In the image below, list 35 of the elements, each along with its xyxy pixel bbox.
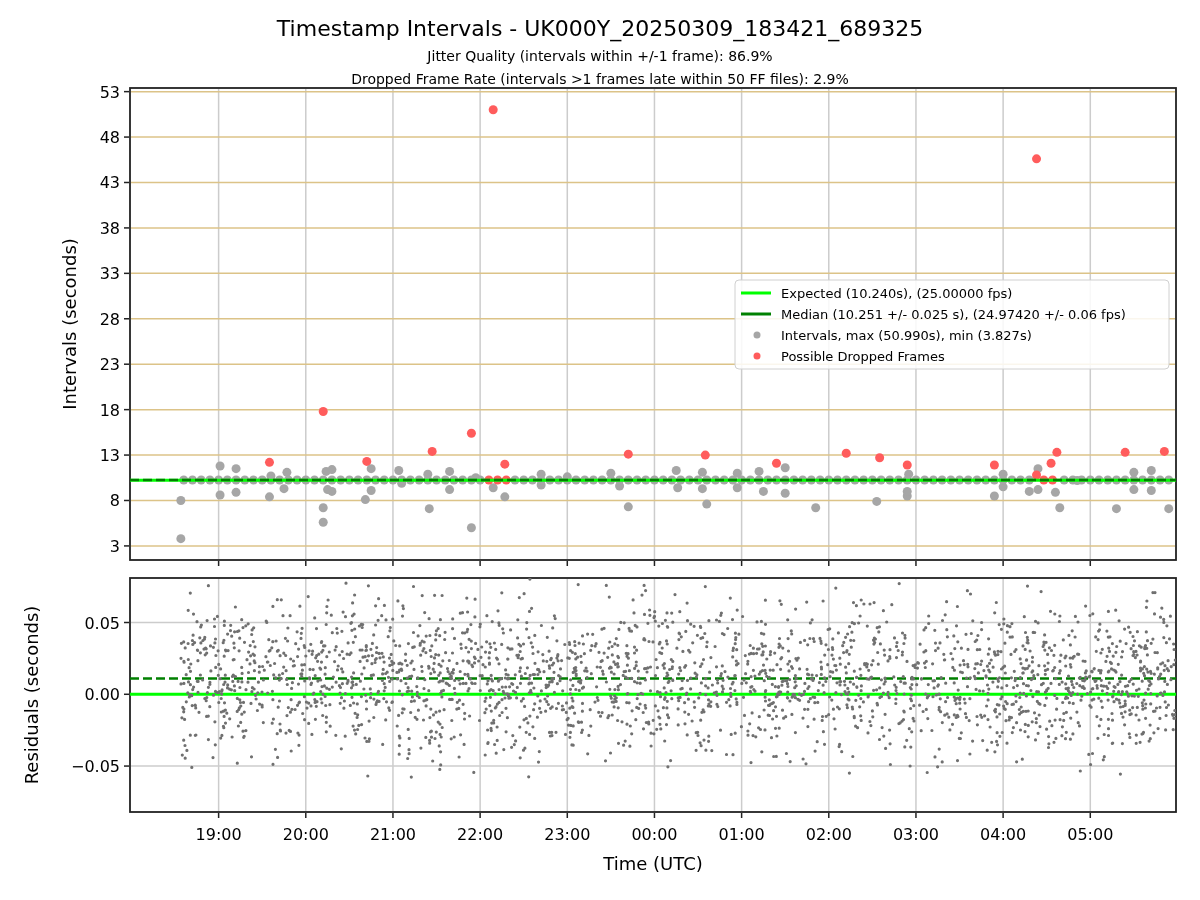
y-tick-label: 28: [99, 309, 120, 329]
chart-subtitle: Jitter Quality (intervals within +/-1 frame): 86.9%: [427, 48, 773, 64]
y-tick-label: 38: [99, 218, 120, 238]
chart-subtitle: Dropped Frame Rate (intervals >1 frames late within 50 FF files): 2.9%: [351, 71, 849, 87]
x-tick-label: 02:00: [805, 825, 852, 844]
x-tick-label: 00:00: [631, 825, 678, 844]
y-axis-label: Residuals (seconds): [21, 605, 42, 785]
legend-label: Median (10.251 +/- 0.025 s), (24.97420 +/- 0.06 fps): [781, 306, 1126, 322]
y-tick-label: 13: [99, 446, 120, 466]
x-tick-label: 20:00: [282, 825, 329, 844]
y-tick-label: 48: [99, 128, 120, 148]
legend-label: Possible Dropped Frames: [781, 348, 945, 364]
y-tick-label: −0.05: [70, 757, 120, 777]
x-tick-label: 03:00: [892, 825, 939, 844]
legend-label: Expected (10.240s), (25.00000 fps): [781, 285, 1013, 301]
legend-label: Intervals, max (50.990s), min (3.827s): [781, 327, 1032, 343]
x-tick-label: 01:00: [718, 825, 765, 844]
y-tick-label: 33: [99, 264, 120, 284]
y-tick-label: 43: [99, 173, 120, 193]
x-tick-label: 05:00: [1067, 825, 1114, 844]
y-axis-label: Intervals (seconds): [59, 238, 80, 410]
y-tick-label: 53: [99, 82, 120, 102]
x-tick-label: 23:00: [544, 825, 591, 844]
x-tick-label: 04:00: [980, 825, 1027, 844]
x-axis-label: Time (UTC): [603, 853, 703, 874]
y-tick-label: 18: [99, 400, 120, 420]
x-tick-label: 19:00: [195, 825, 242, 844]
chart-title: Timestamp Intervals - UK000Y_20250309_183421_689325: [276, 16, 924, 41]
y-tick-label: 8: [109, 491, 120, 511]
x-tick-label: 21:00: [369, 825, 416, 844]
y-tick-label: 23: [99, 355, 120, 375]
y-tick-label: 0.00: [84, 685, 120, 705]
y-tick-label: 3: [109, 536, 120, 556]
x-tick-label: 22:00: [457, 825, 504, 844]
y-tick-label: 0.05: [84, 613, 120, 633]
